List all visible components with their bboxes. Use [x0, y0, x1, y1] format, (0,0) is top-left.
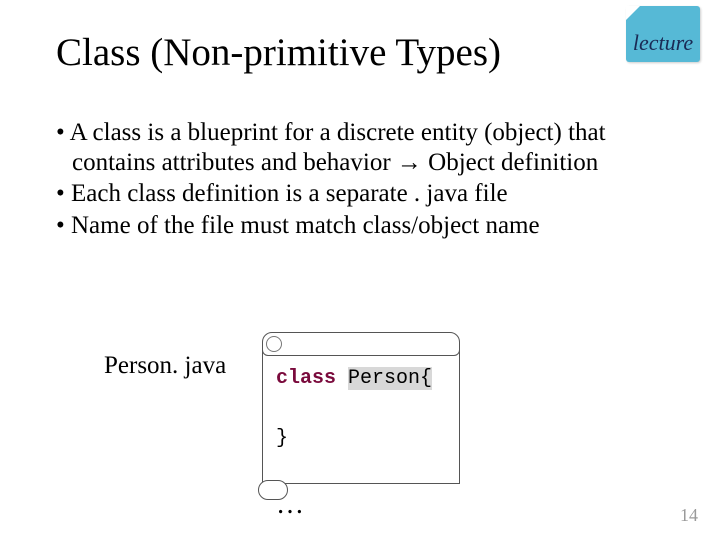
- bullet-list: • A class is a blueprint for a discrete …: [56, 118, 666, 242]
- slide: lecture Class (Non-primitive Types) • A …: [0, 0, 720, 540]
- badge-corner: [626, 6, 640, 20]
- code-ellipsis: …: [276, 489, 304, 520]
- scroll-top-roll: [262, 332, 460, 356]
- badge-text: lecture: [633, 30, 693, 56]
- code-classname: Person{: [348, 367, 432, 390]
- bullet-item: • A class is a blueprint for a discrete …: [56, 118, 666, 177]
- page-number: 14: [680, 505, 698, 526]
- code-block: class Person{ } …: [276, 364, 432, 526]
- code-scroll: class Person{ } …: [262, 330, 462, 500]
- code-keyword: class: [276, 367, 336, 390]
- slide-title: Class (Non-primitive Types): [56, 30, 501, 75]
- code-close-brace: }: [276, 427, 288, 450]
- bullet-item: • Each class definition is a separate . …: [56, 179, 666, 209]
- filename-label: Person. java: [104, 352, 226, 380]
- bullet-item: • Name of the file must match class/obje…: [56, 211, 666, 241]
- lecture-badge: lecture: [626, 6, 700, 62]
